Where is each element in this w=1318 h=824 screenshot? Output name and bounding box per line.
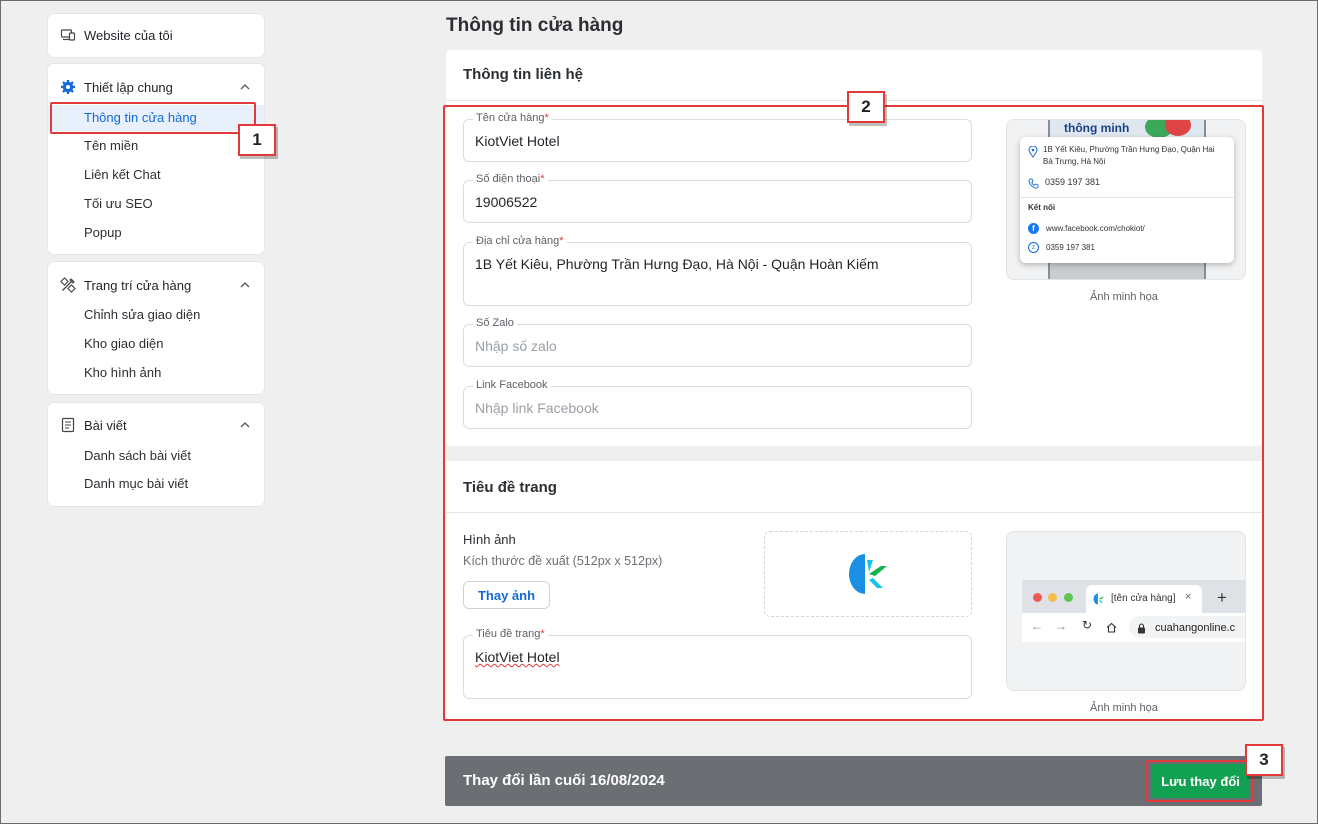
chevron-up-icon[interactable] xyxy=(238,418,252,432)
sidebar-item-domain[interactable]: Tên miền xyxy=(84,136,138,156)
chevron-up-icon[interactable] xyxy=(238,80,252,94)
article-icon xyxy=(60,417,76,433)
general-settings-card: Thiết lập chung Thông tin cửa hàng Tên m… xyxy=(48,64,264,254)
callout-badge-1: 1 xyxy=(238,124,276,156)
decor-card: Trang trí cửa hàng Chỉnh sửa giao diện K… xyxy=(48,262,264,394)
sidebar-item-theme-store[interactable]: Kho giao diện xyxy=(84,334,164,354)
website-card[interactable]: Website của tôi xyxy=(48,14,264,57)
callout-highlight-1 xyxy=(50,102,256,134)
design-tools-icon xyxy=(60,277,76,293)
posts-header[interactable]: Bài viết xyxy=(60,413,252,437)
gear-icon xyxy=(60,79,76,95)
devices-icon xyxy=(60,27,76,43)
footer-bar: Thay đổi lần cuối 16/08/2024 xyxy=(445,756,1262,806)
sidebar-item-image-store[interactable]: Kho hình ảnh xyxy=(84,363,161,383)
sidebar-item-post-category[interactable]: Danh mục bài viết xyxy=(84,474,188,494)
sidebar-item-chat-link[interactable]: Liên kết Chat xyxy=(84,165,161,185)
sidebar-item-edit-theme[interactable]: Chỉnh sửa giao diện xyxy=(84,305,200,325)
posts-title: Bài viết xyxy=(84,417,127,433)
sidebar-item-seo[interactable]: Tối ưu SEO xyxy=(84,194,153,214)
general-settings-title: Thiết lập chung xyxy=(84,79,173,95)
website-link[interactable]: Website của tôi xyxy=(60,23,252,47)
decor-header[interactable]: Trang trí cửa hàng xyxy=(60,273,252,297)
posts-card: Bài viết Danh sách bài viết Danh mục bài… xyxy=(48,403,264,506)
callout-highlight-2 xyxy=(443,105,1264,721)
callout-highlight-3 xyxy=(1146,760,1254,802)
sidebar-item-post-list[interactable]: Danh sách bài viết xyxy=(84,446,191,466)
callout-badge-2: 2 xyxy=(847,91,885,123)
chevron-up-icon[interactable] xyxy=(238,278,252,292)
sidebar-item-popup[interactable]: Popup xyxy=(84,223,122,243)
website-label: Website của tôi xyxy=(84,27,173,43)
page-title: Thông tin cửa hàng xyxy=(446,15,624,36)
callout-badge-3: 3 xyxy=(1245,744,1283,776)
contact-section-title: Thông tin liên hệ xyxy=(463,66,583,83)
last-changed-text: Thay đổi lần cuối 16/08/2024 xyxy=(463,772,665,789)
general-settings-header[interactable]: Thiết lập chung xyxy=(60,75,252,99)
decor-title: Trang trí cửa hàng xyxy=(84,277,192,293)
